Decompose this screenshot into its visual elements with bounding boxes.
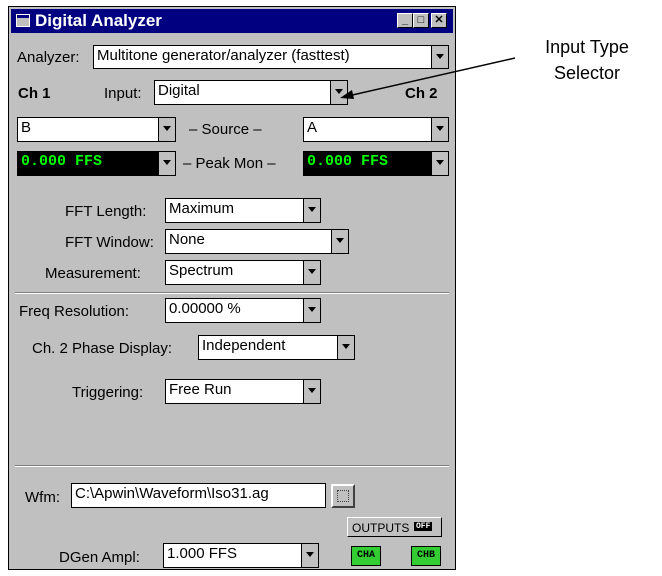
callout-arrow <box>340 57 516 99</box>
callout-line-2: Selector <box>553 63 621 83</box>
input-type-callout: Input Type Selector <box>522 34 652 86</box>
callout-line-1: Input Type <box>545 37 629 57</box>
